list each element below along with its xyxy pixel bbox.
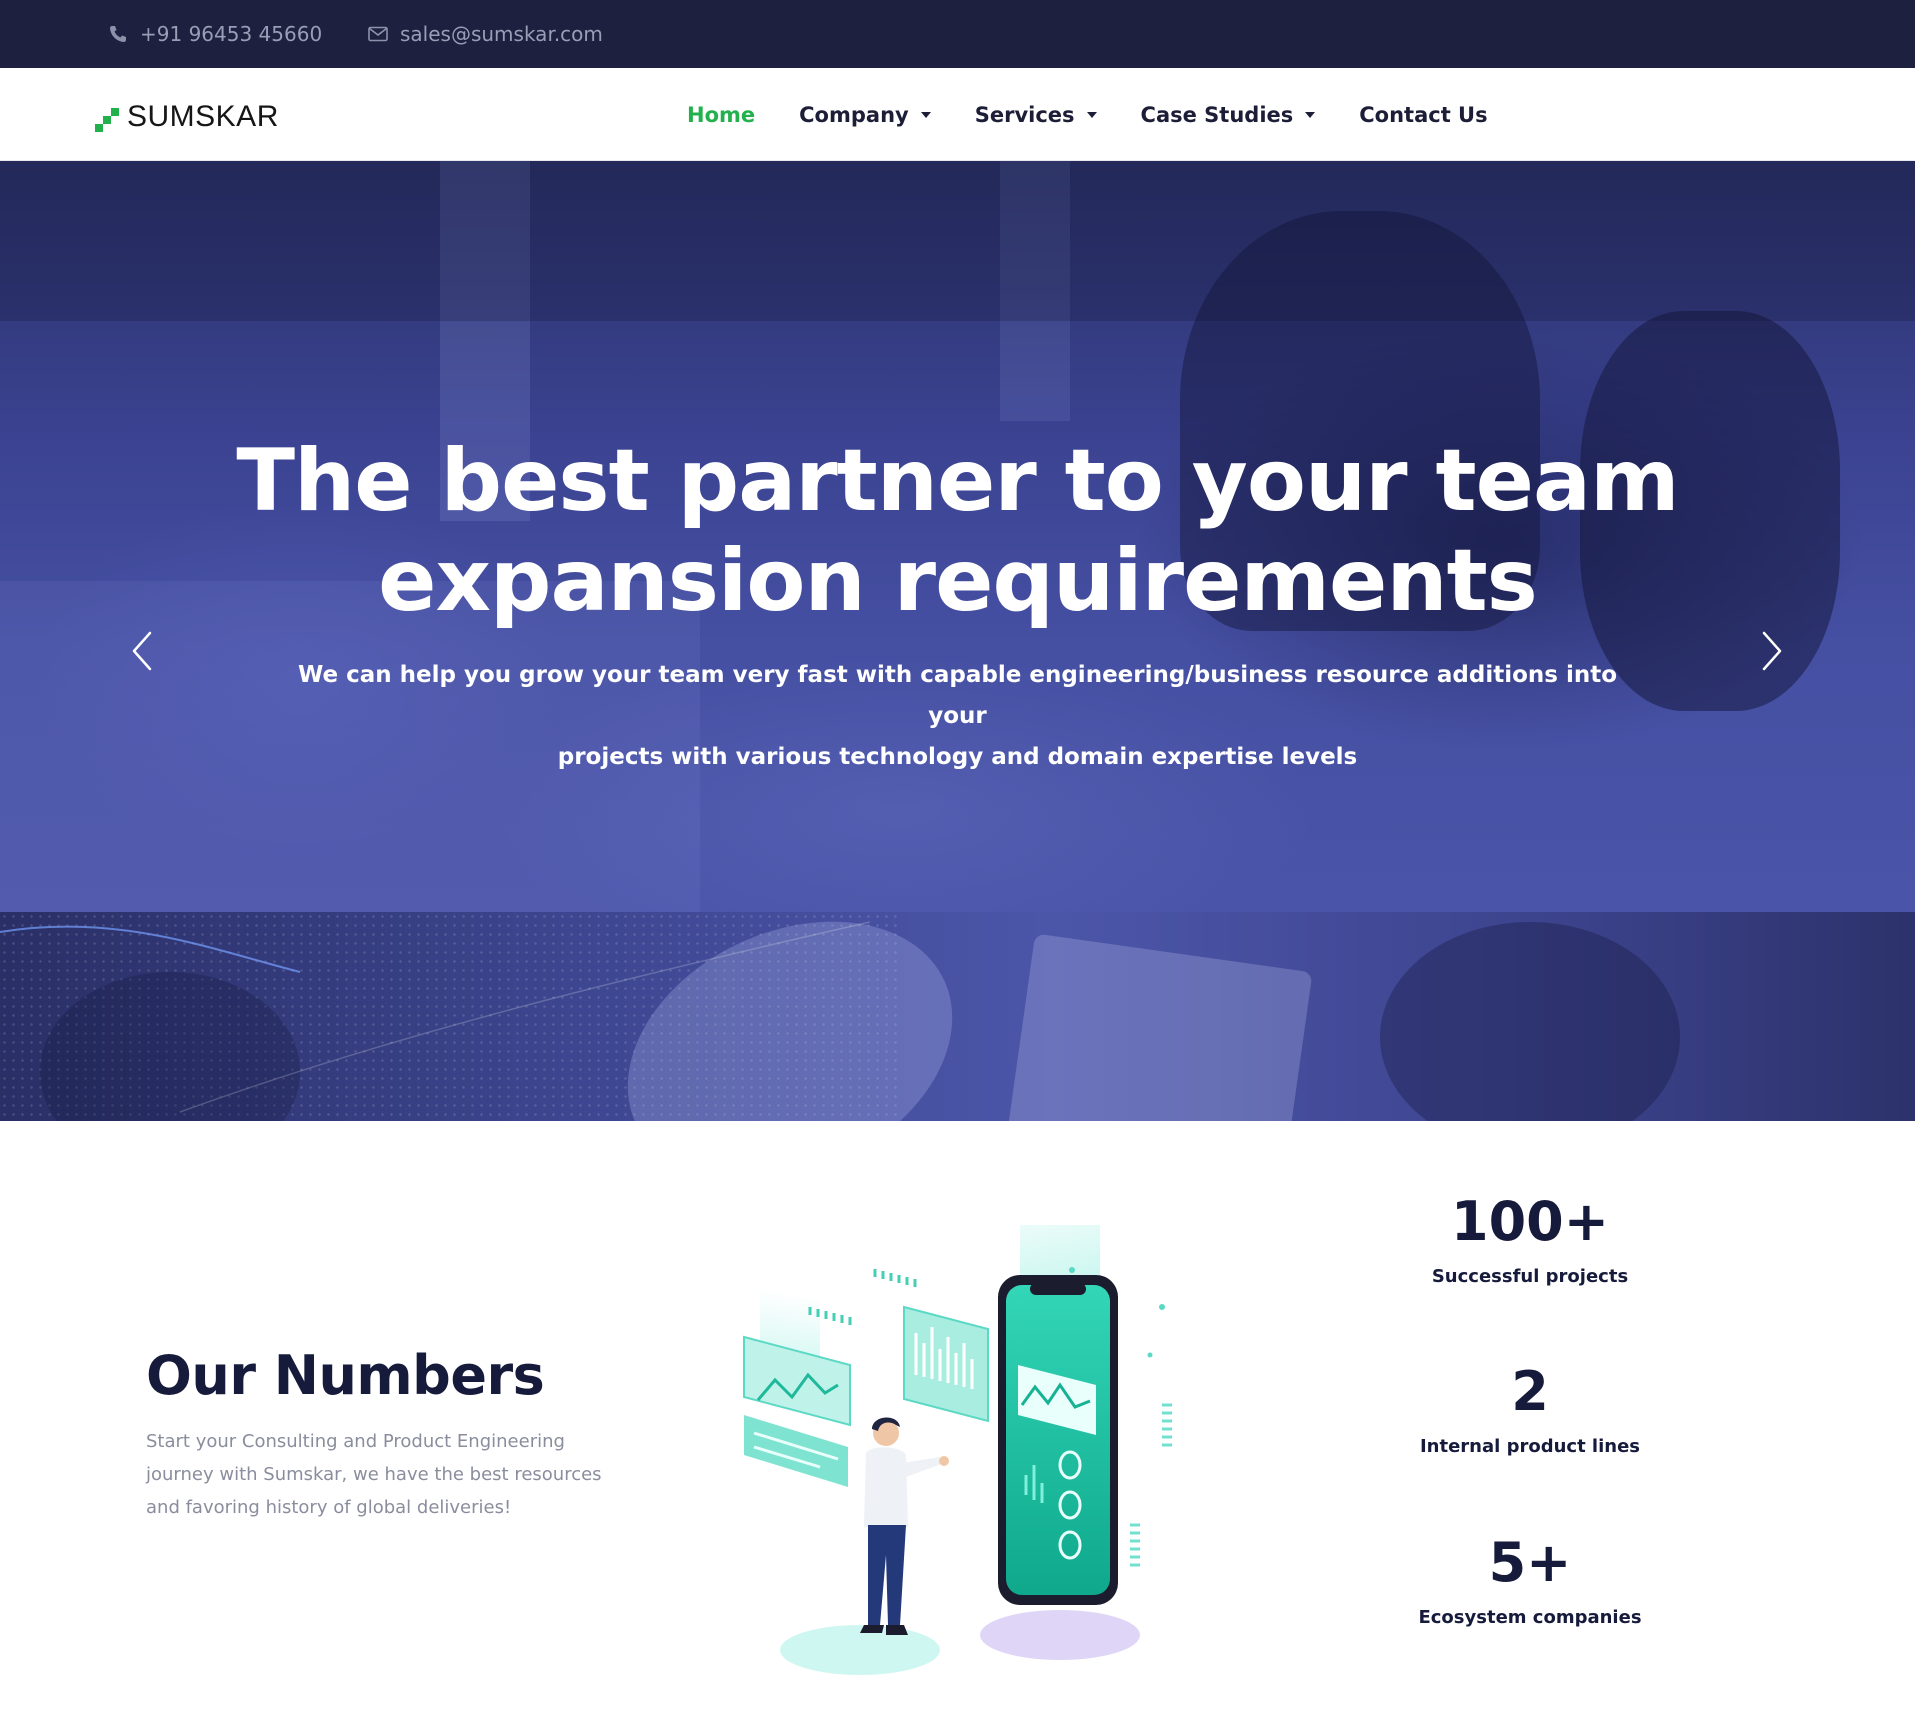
stat-label: Internal product lines xyxy=(1419,1436,1641,1457)
isometric-analytics-illustration xyxy=(743,1225,1172,1675)
caret-down-icon xyxy=(1086,111,1097,118)
hero-title: The best partner to your team expansion … xyxy=(160,431,1755,631)
caret-down-icon xyxy=(1305,111,1316,118)
email-contact[interactable]: sales@sumskar.com xyxy=(368,0,603,68)
nav-item-label: Contact Us xyxy=(1359,102,1488,127)
nav-item-case-studies[interactable]: Case Studies xyxy=(1141,103,1316,127)
hero-subtitle-line: We can help you grow your team very fast… xyxy=(297,662,1618,729)
carousel-next-button[interactable] xyxy=(1752,621,1792,681)
stat-label: Successful projects xyxy=(1431,1266,1629,1287)
phone-number: +91 96453 45660 xyxy=(140,22,323,46)
stat-value: 100+ xyxy=(1451,1190,1609,1253)
nav-item-label: Services xyxy=(974,102,1075,127)
description-line: journey with Sumskar, we have the best r… xyxy=(146,1464,602,1485)
chevron-left-icon xyxy=(132,631,152,671)
chevron-right-icon xyxy=(1762,631,1782,671)
stat-value: 5+ xyxy=(1488,1531,1572,1594)
stat-successful-projects: 100+ Successful projects xyxy=(1380,1190,1680,1288)
hero-subtitle: We can help you grow your team very fast… xyxy=(290,655,1625,778)
nav-item-contact-us[interactable]: Contact Us xyxy=(1359,103,1487,127)
stat-label: Ecosystem companies xyxy=(1418,1607,1642,1628)
nav-item-label: Home xyxy=(687,102,756,127)
banner-curve-line xyxy=(0,921,871,1113)
stat-internal-product-lines: 2 Internal product lines xyxy=(1380,1360,1680,1458)
stat-value: 2 xyxy=(1511,1360,1549,1423)
section-title: Our Numbers xyxy=(146,1344,545,1407)
phone-contact[interactable]: +91 96453 45660 xyxy=(108,0,322,68)
logo-mark-icon xyxy=(95,106,125,132)
mail-icon xyxy=(368,26,388,42)
section-description: Start your Consulting and Product Engine… xyxy=(146,1425,606,1524)
site-logo[interactable]: SUMSKAR xyxy=(95,98,279,132)
description-line: and favoring history of global deliverie… xyxy=(146,1497,512,1518)
phone-icon xyxy=(110,26,126,42)
main-navbar: SUMSKAR Home Company Services Case Studi… xyxy=(0,68,1915,161)
top-contact-bar: +91 96453 45660 sales@sumskar.com xyxy=(0,0,1915,68)
hero-title-line: The best partner to your team xyxy=(236,431,1679,531)
stat-ecosystem-companies: 5+ Ecosystem companies xyxy=(1380,1531,1680,1629)
background-photo-shape xyxy=(0,161,1915,321)
nav-item-label: Case Studies xyxy=(1140,102,1294,127)
carousel-prev-button[interactable] xyxy=(122,621,162,681)
nav-item-services[interactable]: Services xyxy=(975,103,1097,127)
description-line: Start your Consulting and Product Engine… xyxy=(146,1431,565,1452)
caret-down-icon xyxy=(920,111,931,118)
logo-text: SUMSKAR xyxy=(127,100,279,133)
email-address: sales@sumskar.com xyxy=(400,22,603,46)
hero-title-line: expansion requirements xyxy=(378,531,1538,631)
hero-subtitle-line: projects with various technology and dom… xyxy=(557,744,1358,770)
team-banner-image xyxy=(0,912,1915,1121)
nav-menu: Home Company Services Case Studies Conta… xyxy=(687,68,1532,161)
nav-item-label: Company xyxy=(799,102,909,127)
hero-carousel: The best partner to your team expansion … xyxy=(0,161,1915,912)
nav-item-home[interactable]: Home xyxy=(687,103,755,127)
nav-item-company[interactable]: Company xyxy=(799,103,931,127)
